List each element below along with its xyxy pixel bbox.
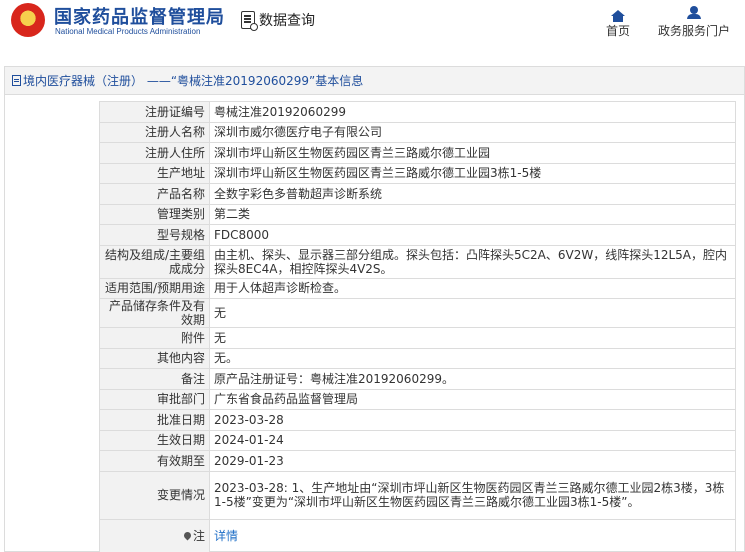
field-value: FDC8000 — [209, 224, 736, 246]
field-label: 生效日期 — [99, 429, 210, 451]
national-emblem-icon — [11, 3, 45, 37]
panel-header: 境内医疗器械（注册） ——“粤械注准20192060299”基本信息 — [5, 67, 744, 95]
nav-gov-service-portal[interactable]: 政务服务门户 — [654, 4, 734, 39]
field-value: 无 — [209, 327, 736, 349]
table-row: 备注 原产品注册证号：粤械注准20192060299。 — [99, 368, 736, 390]
table-row: 其他内容 无。 — [99, 347, 736, 369]
table-row: 型号规格 FDC8000 — [99, 224, 736, 246]
field-label: 审批部门 — [99, 388, 210, 410]
data-query-heading: 数据查询 — [241, 10, 315, 31]
field-value: 深圳市威尔德医疗电子有限公司 — [209, 121, 736, 143]
field-label: 有效期至 — [99, 450, 210, 472]
field-value: 无。 — [209, 347, 736, 369]
field-label: 适用范围/预期用途 — [99, 277, 210, 299]
table-row: 结构及组成/主要组成成分 由主机、探头、显示器三部分组成。探头包括：凸阵探头5C2… — [99, 244, 736, 279]
info-table: 注册证编号 粤械注准20192060299 注册人名称 深圳市威尔德医疗电子有限公司注… — [99, 101, 736, 552]
nav-home-label: 首页 — [605, 24, 630, 38]
field-label: 批准日期 — [99, 409, 210, 431]
field-value: 2023-03-28 — [209, 409, 736, 431]
table-row: 生产地址 深圳市坪山新区生物医药园区青兰三路威尔德工业园3栋1-5楼 — [99, 162, 736, 184]
field-label: 产品名称 — [99, 183, 210, 205]
table-row: 生效日期 2024-01-24 — [99, 429, 736, 451]
field-label: 注 — [99, 518, 210, 552]
details-link[interactable]: 详情 — [214, 529, 238, 543]
field-value: 广东省食品药品监督管理局 — [209, 388, 736, 410]
pin-icon — [182, 530, 193, 540]
field-label: 备注 — [99, 368, 210, 390]
field-label: 其他内容 — [99, 347, 210, 369]
table-row: 审批部门 广东省食品药品监督管理局 — [99, 388, 736, 410]
note-label: 注 — [192, 528, 205, 543]
nav-home[interactable]: 首页 — [603, 4, 633, 39]
table-row-note: 注详情 — [99, 518, 736, 552]
table-row: 注册人住所 深圳市坪山新区生物医药园区青兰三路威尔德工业园 — [99, 142, 736, 164]
field-label: 变更情况 — [99, 470, 210, 520]
field-value: 2029-01-23 — [209, 450, 736, 472]
field-value: 由主机、探头、显示器三部分组成。探头包括：凸阵探头5C2A、6V2W，线阵探头1… — [209, 244, 736, 279]
site-header: 国家药品监督管理局 National Medical Products Admi… — [0, 0, 745, 52]
user-icon — [654, 4, 734, 20]
site-logo-title[interactable]: 国家药品监督管理局 — [54, 3, 225, 29]
table-row: 有效期至 2029-01-23 — [99, 450, 736, 472]
field-label: 附件 — [99, 327, 210, 349]
field-value: 全数字彩色多普勒超声诊断系统 — [209, 183, 736, 205]
field-label: 管理类别 — [99, 203, 210, 225]
field-label: 型号规格 — [99, 224, 210, 246]
table-row: 附件无 — [99, 327, 736, 349]
table-row: 管理类别 第二类 — [99, 203, 736, 225]
field-value: 详情 — [209, 518, 736, 552]
data-query-label: 数据查询 — [259, 13, 315, 29]
table-row: 适用范围/预期用途 用于人体超声诊断检查。 — [99, 277, 736, 299]
home-icon — [603, 4, 633, 22]
field-label: 注册人名称 — [99, 121, 210, 143]
field-label: 生产地址 — [99, 162, 210, 184]
panel-title: 境内医疗器械（注册） ——“粤械注准20192060299”基本信息 — [23, 74, 364, 88]
field-value: 2024-01-24 — [209, 429, 736, 451]
field-label: 注册人住所 — [99, 142, 210, 164]
field-value: 深圳市坪山新区生物医药园区青兰三路威尔德工业园3栋1-5楼 — [209, 162, 736, 184]
field-value: 粤械注准20192060299 — [209, 101, 736, 123]
table-row: 注册人名称 深圳市威尔德医疗电子有限公司 — [99, 121, 736, 143]
field-label: 注册证编号 — [99, 101, 210, 123]
table-row: 变更情况 2023-03-28: 1、生产地址由“深圳市坪山新区生物医药园区青兰三… — [99, 470, 736, 520]
field-value: 原产品注册证号：粤械注准20192060299。 — [209, 368, 736, 390]
field-value: 无 — [209, 298, 736, 328]
table-row: 批准日期 2023-03-28 — [99, 409, 736, 431]
field-value: 第二类 — [209, 203, 736, 225]
nav-gov-label: 政务服务门户 — [657, 24, 730, 38]
document-search-icon — [241, 11, 258, 31]
table-row: 产品储存条件及有效期无 — [99, 298, 736, 328]
field-value: 深圳市坪山新区生物医药园区青兰三路威尔德工业园 — [209, 142, 736, 164]
table-row: 产品名称 全数字彩色多普勒超声诊断系统 — [99, 183, 736, 205]
table-row: 注册证编号 粤械注准20192060299 — [99, 101, 736, 123]
field-value: 用于人体超声诊断检查。 — [209, 277, 736, 299]
field-label: 产品储存条件及有效期 — [99, 298, 210, 328]
field-label: 结构及组成/主要组成成分 — [99, 244, 210, 279]
file-icon — [12, 75, 21, 86]
field-value: 2023-03-28: 1、生产地址由“深圳市坪山新区生物医药园区青兰三路威尔德… — [209, 470, 736, 520]
site-logo-subtitle: National Medical Products Administration — [55, 27, 201, 36]
